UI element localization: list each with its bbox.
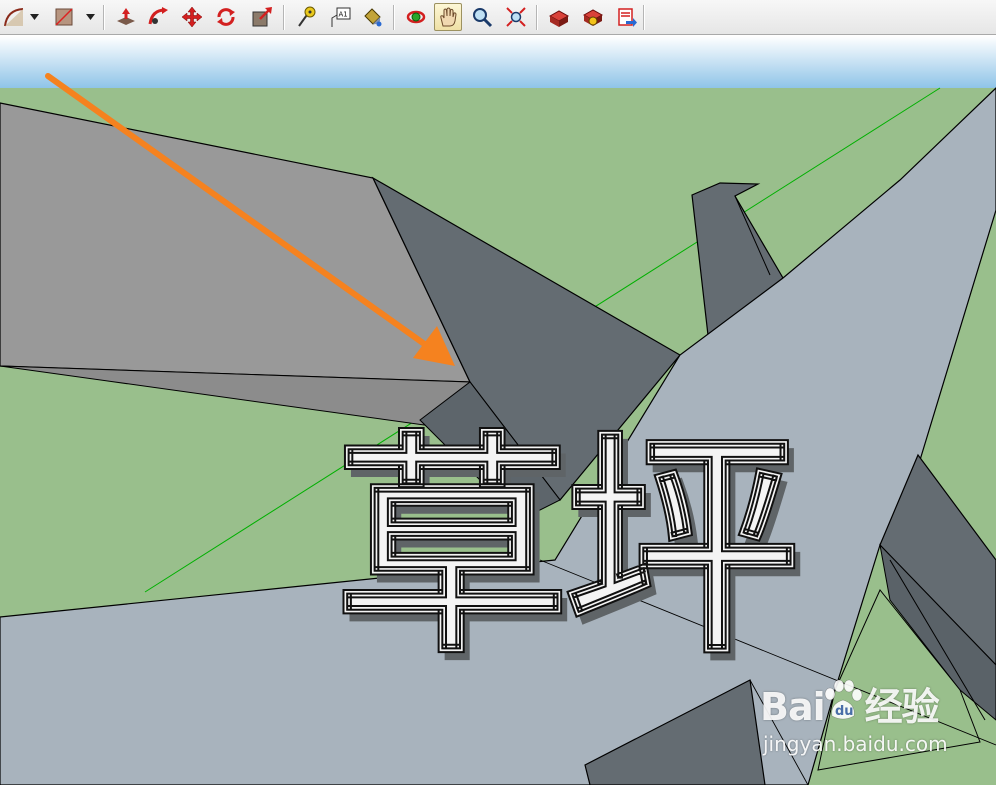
- arc-dropdown[interactable]: [28, 3, 40, 31]
- toolbar-separator: [283, 5, 285, 30]
- rotate-button[interactable]: [212, 3, 240, 31]
- send-to-layout-button[interactable]: [613, 3, 641, 31]
- zoom-button[interactable]: [468, 3, 496, 31]
- toolbar-separator: [103, 5, 105, 30]
- zoom-icon: [473, 8, 493, 28]
- paint-bucket-icon: [364, 8, 382, 27]
- scale-button[interactable]: [248, 3, 276, 31]
- toolbar-separator: [393, 5, 395, 30]
- push-pull-icon: [117, 8, 135, 25]
- zoom-extents-icon: [506, 7, 526, 27]
- chevron-down-icon: [29, 14, 39, 20]
- zoom-extents-button[interactable]: [502, 3, 530, 31]
- 3d-scene: 草坪 草坪: [0, 36, 996, 785]
- arc-tool-button[interactable]: [0, 3, 28, 31]
- follow-me-icon: [148, 7, 168, 25]
- send-to-layout-icon: [618, 8, 637, 27]
- pan-button[interactable]: [434, 3, 462, 31]
- scale-icon: [252, 7, 272, 27]
- 3d-warehouse-button[interactable]: [545, 3, 573, 31]
- extension-warehouse-button[interactable]: [579, 3, 607, 31]
- sky: [0, 36, 996, 88]
- shape-tool-button[interactable]: [50, 3, 78, 31]
- text-tool-button[interactable]: A1: [326, 3, 354, 31]
- tape-measure-button[interactable]: [292, 3, 320, 31]
- svg-text:du: du: [835, 704, 854, 719]
- orbit-icon: [406, 10, 426, 24]
- svg-text:A1: A1: [339, 11, 348, 19]
- watermark-url: jingyan.baidu.com: [763, 732, 948, 756]
- move-button[interactable]: [178, 3, 206, 31]
- rotate-icon: [217, 8, 235, 26]
- baidu-watermark: Bai 经验 du jingyan.baidu.com: [760, 676, 990, 766]
- watermark-logo-right: 经验: [864, 685, 940, 729]
- 3d-text-lawn: 草坪 草坪: [333, 407, 807, 694]
- extension-warehouse-icon: [582, 9, 604, 26]
- shape-dropdown[interactable]: [84, 3, 96, 31]
- 3d-warehouse-icon: [548, 10, 570, 27]
- watermark-logo-left: Bai: [760, 685, 826, 729]
- modeling-viewport[interactable]: 草坪 草坪 Bai 经验 du jingyan.baidu.com: [0, 36, 996, 785]
- toolbar-separator: [643, 5, 645, 30]
- baidu-paw-icon: du: [824, 679, 863, 720]
- follow-me-button[interactable]: [144, 3, 172, 31]
- chevron-down-icon: [85, 14, 95, 20]
- pan-hand-icon: [440, 7, 457, 27]
- toolbar-separator: [536, 5, 538, 30]
- arc-icon: [4, 8, 24, 27]
- 3d-text-face: 草坪: [334, 408, 795, 686]
- shape-icon: [55, 8, 73, 26]
- tape-measure-icon: [298, 6, 316, 27]
- move-icon: [181, 6, 203, 28]
- text-icon: A1: [331, 7, 351, 27]
- orbit-button[interactable]: [402, 3, 430, 31]
- push-pull-button[interactable]: [112, 3, 140, 31]
- paint-bucket-button[interactable]: [358, 3, 386, 31]
- toolbar: A1: [0, 0, 996, 35]
